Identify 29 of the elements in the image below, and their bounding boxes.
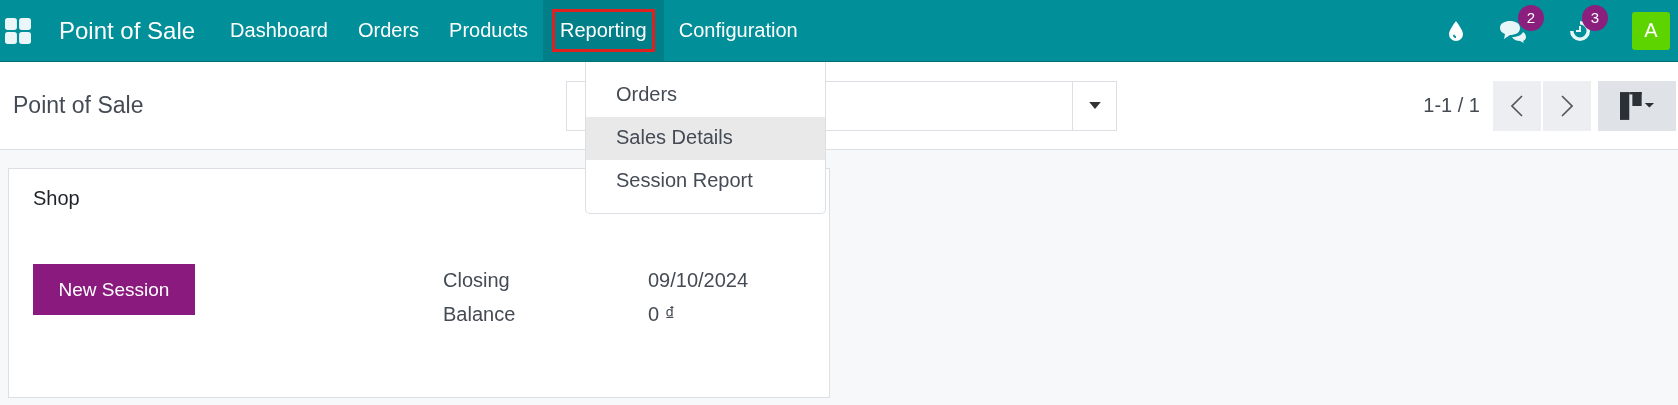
field-value: 09/10/2024 <box>648 269 749 292</box>
view-switcher[interactable] <box>1598 80 1676 131</box>
chevron-right-icon <box>1561 94 1573 117</box>
menu-item[interactable]: Orders <box>342 0 435 61</box>
app-name[interactable]: Point of Sale <box>59 16 196 45</box>
menu-item[interactable]: Products <box>434 0 543 61</box>
pager-value[interactable]: 1-1 / 1 <box>1423 94 1480 117</box>
page-title: Point of Sale <box>13 92 145 119</box>
field-label: Balance <box>443 303 517 326</box>
card-title: Shop <box>33 187 81 210</box>
caret-icon <box>1088 102 1101 109</box>
dropdown-item[interactable]: Session Report <box>586 160 825 203</box>
chevron-left-icon <box>1511 94 1523 117</box>
menu-item[interactable]: Reporting <box>543 0 664 61</box>
field-label: Closing <box>443 269 511 292</box>
droplet-icon[interactable] <box>1448 19 1464 42</box>
next-button[interactable] <box>1543 80 1591 131</box>
activity-count: 3 <box>1582 4 1608 31</box>
message-count: 2 <box>1518 4 1544 31</box>
menu-item[interactable]: Dashboard <box>215 0 343 61</box>
chat-icon[interactable] <box>1498 18 1528 43</box>
menu-item[interactable]: Configuration <box>663 0 813 61</box>
new-session-button[interactable]: New Session <box>33 264 195 315</box>
dropdown-item[interactable]: Orders <box>586 74 825 117</box>
previous-button[interactable] <box>1493 80 1541 131</box>
kanban-icon <box>1620 91 1654 120</box>
field-value: 0 ₫ <box>648 303 676 326</box>
apps-icon[interactable] <box>5 17 31 44</box>
dropdown-item[interactable]: Sales Details <box>586 117 825 160</box>
